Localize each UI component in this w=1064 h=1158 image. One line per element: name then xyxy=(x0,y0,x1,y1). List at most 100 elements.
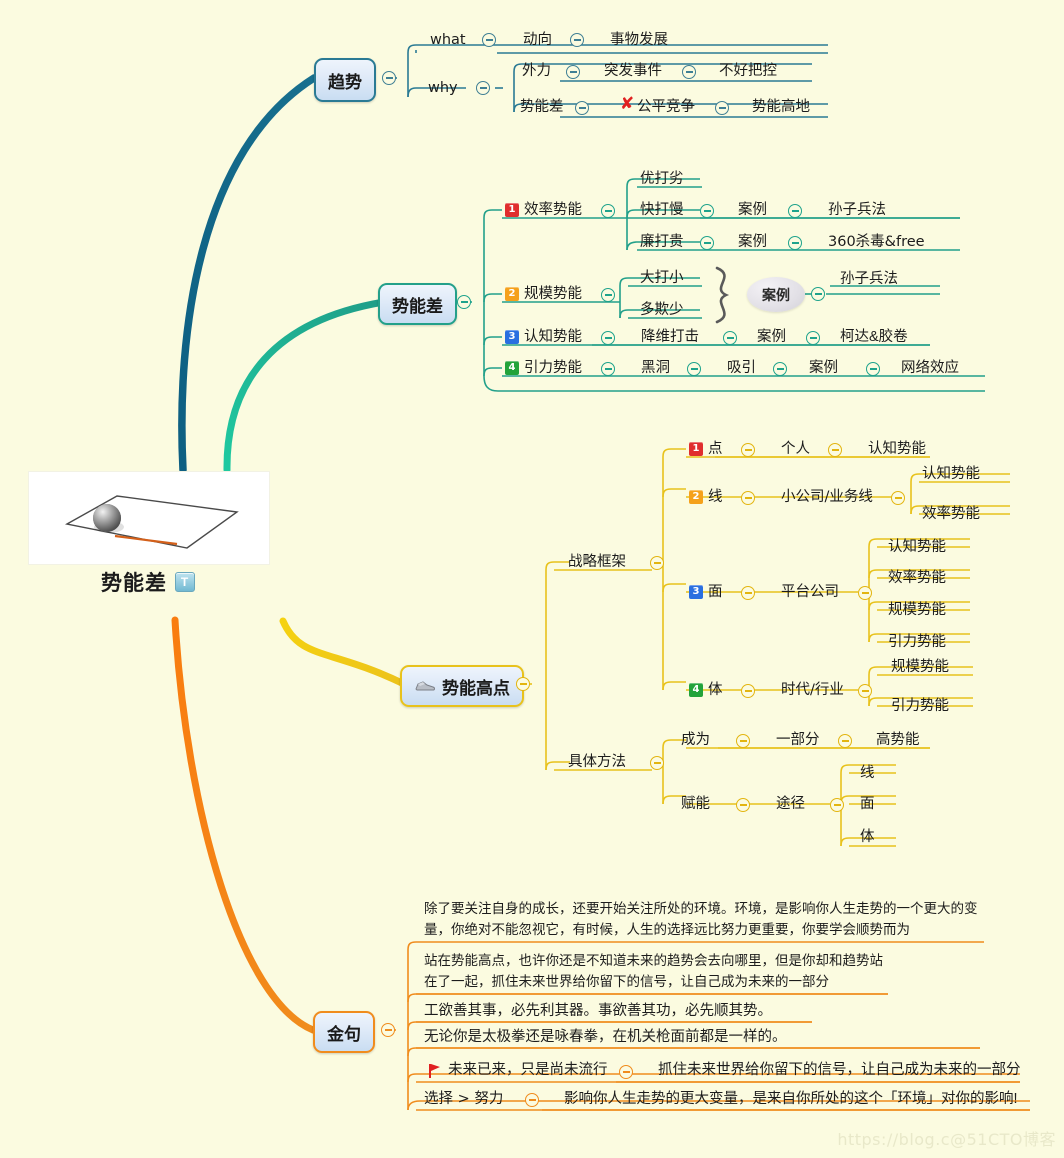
collapse-toggle-yibufen[interactable] xyxy=(838,734,852,748)
collapse-toggle-renzhishineng[interactable] xyxy=(601,331,615,345)
quote-choice-vs-effort[interactable]: 选择 > 努力 xyxy=(424,1091,503,1108)
topic-tujing-xian[interactable]: 线 xyxy=(860,765,875,782)
topic-jiangweidaji[interactable]: 降维打击 xyxy=(641,329,699,346)
topic-ti[interactable]: 体 xyxy=(708,682,723,699)
collapse-toggle-waili[interactable] xyxy=(566,65,580,79)
collapse-toggle-mian[interactable] xyxy=(741,586,755,600)
topic-tujing-mian[interactable]: 面 xyxy=(860,796,875,813)
branch-node-trend[interactable]: 趋势 xyxy=(314,58,376,102)
topic-guimoshineng[interactable]: 规模势能 xyxy=(524,286,582,303)
topic-xiaogongsi-yewuxian[interactable]: 小公司/业务线 xyxy=(781,489,873,506)
collapse-toggle-anli-4[interactable] xyxy=(866,362,880,376)
quote-environment[interactable]: 除了要关注自身的成长，还要开始关注所处的环境。环境，是影响你人生走势的一个更大的… xyxy=(424,899,984,941)
topic-ti-yinli[interactable]: 引力势能 xyxy=(891,698,949,715)
topic-ti-guimo[interactable]: 规模势能 xyxy=(891,659,949,676)
topic-kuaidaman[interactable]: 快打慢 xyxy=(640,202,684,219)
topic-yinlishineng[interactable]: 引力势能 xyxy=(524,360,582,377)
topic-shidai-hangye[interactable]: 时代/行业 xyxy=(781,682,844,699)
topic-xiyin[interactable]: 吸引 xyxy=(727,360,756,377)
topic-xian[interactable]: 线 xyxy=(708,489,723,506)
topic-gongpingjingzheng[interactable]: 公平竞争 xyxy=(637,99,695,116)
topic-renzhishineng[interactable]: 认知势能 xyxy=(524,329,582,346)
quote-future-arrived[interactable]: 未来已来，只是尚未流行 xyxy=(448,1062,608,1079)
topic-chengwei[interactable]: 成为 xyxy=(681,732,710,749)
topic-heidong[interactable]: 黑洞 xyxy=(641,360,670,377)
collapse-toggle-yinlishineng[interactable] xyxy=(601,362,615,376)
topic-gaoshineng[interactable]: 高势能 xyxy=(876,732,920,749)
topic-duoqishao[interactable]: 多欺少 xyxy=(640,302,684,319)
collapse-toggle-choice[interactable] xyxy=(525,1093,539,1107)
quote-future-arrived-detail[interactable]: 抓住未来世界给你留下的信号，让自己成为未来的一部分 xyxy=(658,1062,1021,1079)
collapse-toggle-tufashijian[interactable] xyxy=(682,65,696,79)
collapse-toggle-ti[interactable] xyxy=(741,684,755,698)
collapse-toggle-heidong[interactable] xyxy=(687,362,701,376)
topic-funeng[interactable]: 赋能 xyxy=(681,796,710,813)
quote-tools[interactable]: 工欲善其事，必先利其器。事欲善其功，必先顺其势。 xyxy=(424,1003,772,1020)
topic-kedajiaojuan[interactable]: 柯达&胶卷 xyxy=(840,329,908,346)
collapse-toggle-potential-diff[interactable] xyxy=(457,295,471,309)
topic-tujing[interactable]: 途径 xyxy=(776,796,805,813)
branch-node-golden-sentences[interactable]: 金句 xyxy=(313,1011,375,1053)
collapse-toggle-anli-1[interactable] xyxy=(788,204,802,218)
collapse-toggle-shinengcha[interactable] xyxy=(575,101,589,115)
topic-xiaolvshineng[interactable]: 效率势能 xyxy=(524,202,582,219)
topic-shinengcha[interactable]: 势能差 xyxy=(520,99,564,116)
topic-360free[interactable]: 360杀毒&free xyxy=(828,234,925,251)
topic-shiwufazhan[interactable]: 事物发展 xyxy=(610,32,668,49)
topic-mian-renzhi[interactable]: 认知势能 xyxy=(888,539,946,556)
collapse-toggle-high-point[interactable] xyxy=(516,677,530,691)
collapse-toggle-jiangweidaji[interactable] xyxy=(723,331,737,345)
topic-zhanlvekuangjia[interactable]: 战略框架 xyxy=(568,554,626,571)
collapse-toggle-golden-sentences[interactable] xyxy=(381,1023,395,1037)
topic-wangluoxiaoying[interactable]: 网络效应 xyxy=(901,360,959,377)
topic-xian-xiaolv[interactable]: 效率势能 xyxy=(922,506,980,523)
collapse-toggle-dian[interactable] xyxy=(741,443,755,457)
topic-mian-yinli[interactable]: 引力势能 xyxy=(888,634,946,651)
collapse-toggle-why[interactable] xyxy=(476,81,490,95)
collapse-toggle-zhanlvekuangjia[interactable] xyxy=(650,556,664,570)
topic-geren[interactable]: 个人 xyxy=(781,441,810,458)
topic-sunzibingfa-1[interactable]: 孙子兵法 xyxy=(828,202,886,219)
branch-node-high-point[interactable]: 势能高点 xyxy=(400,665,524,707)
topic-renzhishineng-dian[interactable]: 认知势能 xyxy=(868,441,926,458)
collapse-toggle-geren[interactable] xyxy=(828,443,842,457)
collapse-toggle-guimoshineng[interactable] xyxy=(601,288,615,302)
topic-what[interactable]: what xyxy=(430,32,466,49)
quote-high-point[interactable]: 站在势能高点，也许你还是不知道未来的趋势会去向哪里，但是你却和趋势站在了一起，抓… xyxy=(424,951,894,993)
collapse-toggle-xiaolvshineng[interactable] xyxy=(601,204,615,218)
topic-shinenggaodi[interactable]: 势能高地 xyxy=(752,99,810,116)
topic-dian[interactable]: 点 xyxy=(708,441,723,458)
topic-liandagui[interactable]: 廉打贵 xyxy=(640,234,684,251)
collapse-toggle-pingtaigongsi[interactable] xyxy=(858,586,872,600)
collapse-toggle-anli-3[interactable] xyxy=(806,331,820,345)
topic-anli-1[interactable]: 案例 xyxy=(738,202,767,219)
collapse-toggle-anli-2[interactable] xyxy=(788,236,802,250)
topic-mian[interactable]: 面 xyxy=(708,584,723,601)
topic-dongxiang[interactable]: 动向 xyxy=(523,32,552,49)
topic-mian-guimo[interactable]: 规模势能 xyxy=(888,602,946,619)
collapse-toggle-jutifangfa[interactable] xyxy=(650,756,664,770)
branch-node-potential-diff[interactable]: 势能差 xyxy=(378,283,457,325)
topic-waili[interactable]: 外力 xyxy=(522,63,551,80)
collapse-toggle-tujing[interactable] xyxy=(830,798,844,812)
topic-pingtaigongsi[interactable]: 平台公司 xyxy=(781,584,839,601)
collapse-toggle-shidai[interactable] xyxy=(858,684,872,698)
topic-anli-ellipse[interactable]: 案例 xyxy=(747,277,805,312)
topic-sunzibingfa-2[interactable]: 孙子兵法 xyxy=(840,271,898,288)
collapse-toggle-trend[interactable] xyxy=(382,71,396,85)
collapse-toggle-xian[interactable] xyxy=(741,491,755,505)
collapse-toggle-chengwei[interactable] xyxy=(736,734,750,748)
collapse-toggle-what[interactable] xyxy=(482,33,496,47)
collapse-toggle-anli-ellipse[interactable] xyxy=(811,287,825,301)
topic-jutifangfa[interactable]: 具体方法 xyxy=(568,754,626,771)
topic-anli-3[interactable]: 案例 xyxy=(757,329,786,346)
topic-xian-renzhi[interactable]: 认知势能 xyxy=(922,466,980,483)
topic-tufashijian[interactable]: 突发事件 xyxy=(604,63,662,80)
collapse-toggle-future-arrived[interactable] xyxy=(619,1065,633,1079)
quote-machinegun[interactable]: 无论你是太极拳还是咏春拳，在机关枪面前都是一样的。 xyxy=(424,1029,787,1046)
topic-tujing-ti[interactable]: 体 xyxy=(860,829,875,846)
collapse-toggle-xiyin[interactable] xyxy=(773,362,787,376)
collapse-toggle-gongpingjingzheng[interactable] xyxy=(715,101,729,115)
topic-youdalie[interactable]: 优打劣 xyxy=(640,171,684,188)
quote-choice-detail[interactable]: 影响你人生走势的更大变量，是来自你所处的这个「环境」对你的影响! xyxy=(564,1091,1018,1108)
